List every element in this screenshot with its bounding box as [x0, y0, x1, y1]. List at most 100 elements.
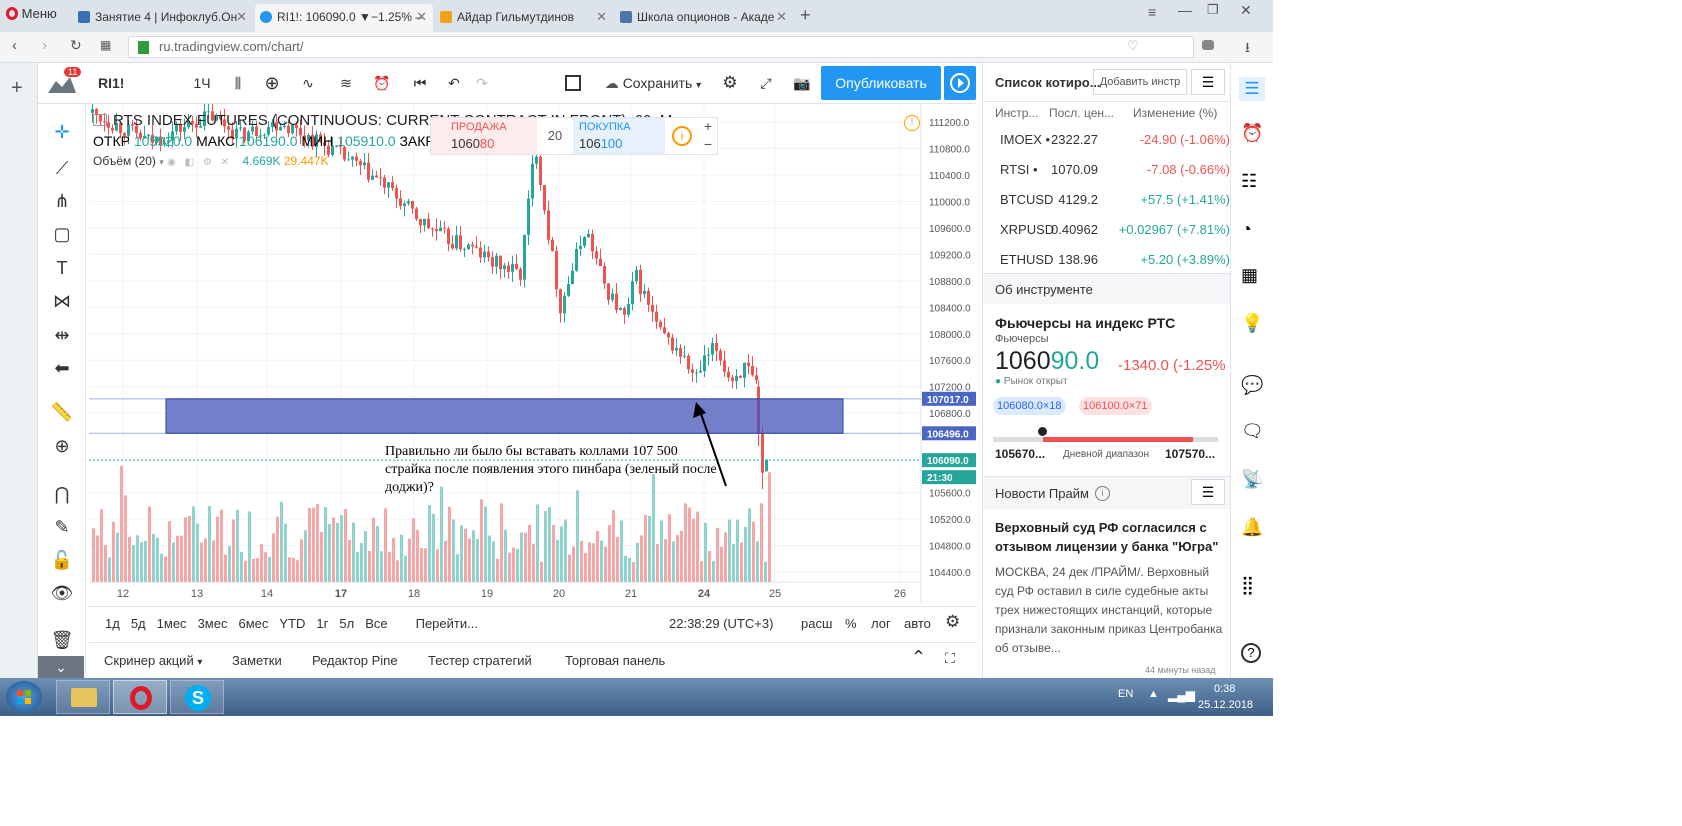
news-title[interactable]: Новости Прайм [995, 486, 1089, 501]
watchlist-icon[interactable]: ☰ [1239, 77, 1265, 101]
streams-icon[interactable]: 💬 [1241, 375, 1263, 396]
browser-tab[interactable]: Занятие 4 | Инфоклуб.Он ✕ [73, 4, 253, 32]
maximize-icon[interactable]: ❐ [1207, 2, 1219, 18]
watchlist-row[interactable]: BTCUSD 4129.2 +57.5 (+1.41%) [983, 185, 1230, 215]
instrument-section-title[interactable]: Об инструменте [995, 282, 1093, 297]
news-headline[interactable]: Верховный суд РФ согласился с отзывом ли… [995, 518, 1223, 556]
text-icon[interactable]: T [50, 256, 74, 280]
opera-menu-button[interactable]: Меню [6, 6, 57, 21]
notifications-button[interactable]: 11 [46, 67, 82, 97]
watchlist-row[interactable]: ETHUSD 138.96 +5.20 (+3.89%) [983, 245, 1230, 275]
collapse-legend-icon[interactable] [93, 114, 107, 126]
range-1m-button[interactable]: 1мес [157, 616, 187, 631]
watchlist-row[interactable]: XRPUSD 0.40962 +0.02967 (+7.81%) [983, 215, 1230, 245]
close-icon[interactable]: ✕ [236, 4, 247, 30]
column-symbol[interactable]: Инстр... [995, 101, 1038, 125]
start-button[interactable] [6, 681, 42, 713]
templates-icon[interactable]: ≋ [334, 71, 358, 95]
publish-button[interactable]: Опубликовать [821, 66, 941, 100]
maximize-panel-icon[interactable]: ⛶ [945, 650, 955, 667]
minimize-icon[interactable]: — [1178, 2, 1192, 18]
close-icon[interactable]: ✕ [416, 4, 427, 30]
taskbar-opera[interactable] [113, 680, 167, 714]
bell-icon[interactable]: 🔔 [1241, 517, 1263, 538]
news-body[interactable]: МОСКВА, 24 дек /ПРАЙМ/. Верховный суд РФ… [995, 563, 1225, 658]
data-window-icon[interactable]: ☷ [1241, 171, 1257, 192]
pattern-icon[interactable]: ⋈ [50, 289, 74, 313]
chart-canvas[interactable]: 111200.0 110800.0 110400.0 110000.0 109600.0… [89, 101, 977, 604]
replay-icon[interactable]: ⏮ [408, 71, 432, 95]
back-icon[interactable]: ‹ [12, 37, 17, 54]
watchlist-title[interactable]: Список котиро... [995, 75, 1101, 90]
browser-tab[interactable]: Школа опционов - Акаде ✕ [615, 4, 793, 32]
close-icon[interactable]: ✕ [776, 4, 787, 30]
add-symbol-button[interactable]: Добавить инстр [1093, 69, 1187, 95]
percent-scale-toggle[interactable]: % [845, 616, 857, 631]
list-menu-icon[interactable]: ☰ [1191, 479, 1225, 505]
undo-icon[interactable]: ↶ [442, 71, 466, 95]
range-3m-button[interactable]: 3мес [198, 616, 228, 631]
compare-icon[interactable]: ⊕ [260, 71, 284, 95]
bookmark-icon[interactable]: ♡ [1127, 38, 1139, 54]
camera-icon[interactable]: 📷 [790, 71, 814, 95]
goto-button[interactable]: Перейти... [416, 616, 478, 631]
new-tab-button[interactable]: + [800, 5, 811, 26]
language-indicator[interactable]: EN [1118, 688, 1133, 700]
magnet-icon[interactable]: ⋂ [50, 482, 74, 506]
range-all-button[interactable]: Все [365, 616, 387, 631]
watchlist-row[interactable]: IMOEX • 2322.27 -24.90 (-1.06%) [983, 125, 1230, 155]
column-last[interactable]: Посл. цен... [1049, 101, 1114, 125]
tray-expand-icon[interactable]: ▲ [1148, 688, 1159, 700]
tab-trading-panel[interactable]: Торговая панель [565, 653, 665, 668]
trash-icon[interactable]: 🗑 [50, 628, 74, 652]
log-scale-toggle[interactable]: лог [871, 616, 891, 631]
broadcast-icon[interactable]: 📡 [1241, 469, 1263, 490]
fullscreen-icon[interactable]: ⤢ [754, 71, 778, 95]
collapse-toolbar-button[interactable]: ⌄ [38, 656, 84, 678]
extended-hours-toggle[interactable]: расш [801, 616, 832, 631]
sell-button[interactable]: ПРОДАЖА 106080 [431, 118, 537, 154]
trend-line-icon[interactable]: ⟋ [50, 156, 74, 180]
rectangle-icon[interactable]: ▢ [50, 222, 74, 246]
chevron-down-icon[interactable]: ▾ [159, 157, 164, 167]
range-1d-button[interactable]: 1д [105, 616, 120, 631]
warning-icon[interactable]: ! [904, 115, 920, 131]
taskbar-explorer[interactable] [56, 680, 110, 714]
order-panel-icon[interactable]: ⣿ [1241, 575, 1254, 596]
zone-rectangle[interactable] [165, 398, 844, 434]
tab-stock-screener[interactable]: Скринер акций ▾ [104, 653, 202, 668]
chart-annotation[interactable]: Правильно ли было бы вставать коллами 10… [385, 443, 725, 497]
save-button[interactable]: ☁ Сохранить ▾ [598, 71, 708, 95]
reload-icon[interactable]: ↻ [70, 37, 82, 54]
volume-actions-icon[interactable]: ◉ ◧ ⚙ ✕ [167, 157, 239, 168]
wallet-icon[interactable] [1202, 40, 1214, 50]
zoom-icon[interactable]: ⊕ [50, 434, 74, 458]
auto-scale-toggle[interactable]: авто [904, 616, 931, 631]
range-5y-button[interactable]: 5л [339, 616, 354, 631]
buy-button[interactable]: ПОКУПКА 106100 [573, 118, 665, 154]
settings-gear-icon[interactable]: ⚙ [718, 71, 742, 95]
browser-tab-active[interactable]: RI1!: 106090.0 ▼−1.25% – ✕ [255, 4, 433, 32]
calendar-icon[interactable]: ▦ [1241, 265, 1258, 286]
redo-icon[interactable]: ↷ [470, 71, 494, 95]
fullscreen-layout-icon[interactable] [565, 75, 581, 91]
network-icon[interactable]: ▂▄▆ [1168, 688, 1195, 702]
plus-icon[interactable]: + [699, 118, 717, 136]
help-icon[interactable]: ? [1241, 643, 1261, 663]
hotlist-icon[interactable]: ◔ [1241, 219, 1252, 240]
tab-notes[interactable]: Заметки [232, 653, 282, 668]
indicators-icon[interactable]: ∿ [296, 71, 320, 95]
speed-dial-icon[interactable]: ▦ [100, 38, 111, 52]
pencil-lock-icon[interactable]: ✎ [50, 515, 74, 539]
chart-area[interactable]: 111200.0 110800.0 110400.0 110000.0 109600.0… [89, 101, 977, 604]
unlock-icon[interactable]: 🔓 [50, 548, 74, 572]
play-button[interactable] [944, 66, 976, 100]
ideas-lightbulb-icon[interactable]: 💡 [1241, 313, 1263, 334]
watchlist-row[interactable]: RTSI • 1070.09 -7.08 (-0.66%) [983, 155, 1230, 185]
info-icon[interactable]: i [672, 126, 692, 146]
eye-icon[interactable]: 👁 [50, 581, 74, 605]
taskbar-skype[interactable]: S [170, 680, 224, 714]
tab-strategy-tester[interactable]: Тестер стратегий [428, 653, 532, 668]
window-close-icon[interactable]: ✕ [1240, 2, 1252, 19]
range-5d-button[interactable]: 5д [131, 616, 146, 631]
